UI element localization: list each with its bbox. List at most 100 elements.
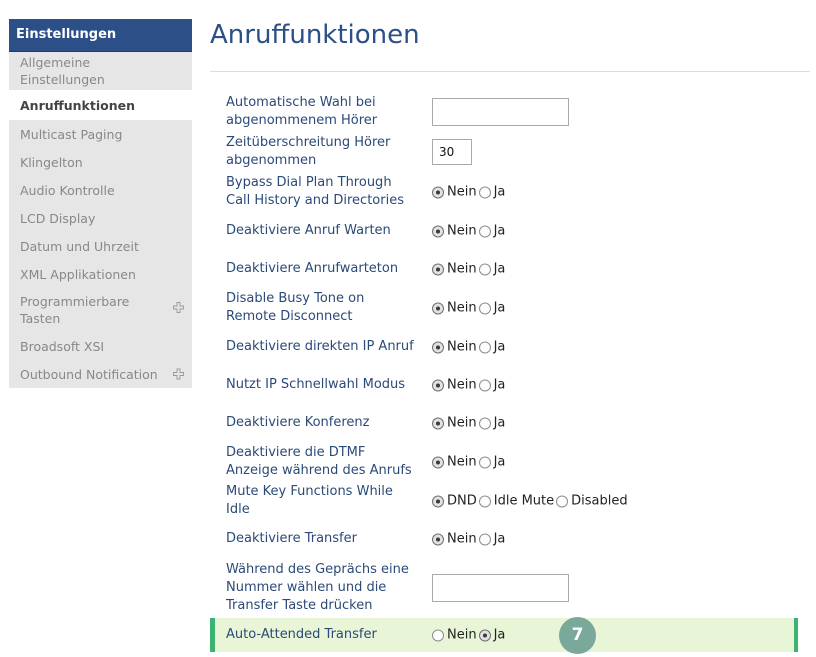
radio-option[interactable]: Ja: [478, 416, 505, 431]
radio-nein[interactable]: [432, 186, 444, 198]
sidebar-item-allgemeine-einstellungen[interactable]: Allgemeine Einstellungen: [9, 52, 192, 90]
radio-idle-mute[interactable]: [478, 495, 491, 507]
setting-label: Nutzt IP Schnellwahl Modus: [226, 377, 406, 392]
radio-option[interactable]: Nein: [432, 628, 477, 643]
setting-row-mute-key-idle: Mute Key Functions While Idle DND Idle M…: [210, 483, 798, 519]
radio-option[interactable]: Ja: [478, 532, 505, 547]
setting-control: Nein Ja: [432, 301, 507, 316]
sidebar-item-label: LCD Display: [20, 210, 96, 226]
auto-dial-input[interactable]: [432, 98, 569, 126]
radio-label: Ja: [493, 223, 506, 239]
radio-option[interactable]: Nein: [432, 378, 477, 393]
radio-label: Nein: [447, 454, 477, 470]
expand-plus-icon[interactable]: [173, 302, 184, 313]
radio-label: Ja: [493, 377, 506, 393]
radio-option[interactable]: Ja: [478, 340, 505, 355]
setting-row-busy-tone: Disable Busy Tone on Remote Disconnect N…: [210, 289, 798, 327]
radio-label: Ja: [493, 261, 506, 277]
radio-option[interactable]: Ja: [478, 185, 505, 200]
radio-ja[interactable]: [478, 341, 491, 353]
setting-label: Deaktiviere Anruf Warten: [226, 223, 391, 238]
setting-control: Nein Ja: [432, 416, 507, 431]
radio-nein[interactable]: [432, 379, 444, 391]
radio-option[interactable]: Disabled: [556, 493, 628, 509]
radio-option[interactable]: Nein: [432, 340, 477, 355]
radio-disabled[interactable]: [556, 495, 569, 507]
radio-nein[interactable]: [432, 417, 444, 429]
sidebar-item-multicast-paging[interactable]: Multicast Paging: [9, 120, 192, 148]
sidebar-item-outbound-notification[interactable]: Outbound Notification: [9, 360, 192, 388]
sidebar-item-xml-applikationen[interactable]: XML Applikationen: [9, 260, 192, 288]
setting-row-transfer: Deaktiviere Transfer Nein Ja: [210, 521, 798, 557]
dial-during-call-input[interactable]: [432, 574, 569, 602]
setting-row-conference: Deaktiviere Konferenz Nein Ja: [210, 405, 798, 441]
radio-nein[interactable]: [432, 341, 444, 353]
sidebar-item-label: Klingelton: [20, 154, 83, 170]
sidebar-item-anruffunktionen[interactable]: Anruffunktionen: [9, 90, 192, 120]
radio-nein[interactable]: [432, 302, 444, 314]
radio-option[interactable]: Nein: [432, 416, 477, 431]
radio-option[interactable]: Ja: [478, 301, 505, 316]
radio-option[interactable]: Ja: [478, 223, 506, 239]
sidebar-item-datum-und-uhrzeit[interactable]: Datum und Uhrzeit: [9, 232, 192, 260]
sidebar-item-broadsoft-xsi[interactable]: Broadsoft XSI: [9, 332, 192, 360]
radio-ja[interactable]: [478, 417, 491, 429]
radio-ja[interactable]: [478, 263, 491, 275]
radio-label: Nein: [447, 223, 477, 239]
radio-option[interactable]: Ja: [478, 455, 505, 470]
setting-label: Zeitüberschreitung Hörer abgenommen: [226, 135, 391, 168]
radio-nein[interactable]: [432, 456, 444, 468]
radio-dnd[interactable]: [432, 495, 444, 507]
radio-option[interactable]: Nein: [432, 532, 477, 547]
sidebar-item-lcd-display[interactable]: LCD Display: [9, 204, 192, 232]
radio-label: Disabled: [571, 493, 628, 509]
radio-option[interactable]: Nein: [432, 455, 477, 470]
radio-option[interactable]: Nein: [432, 262, 477, 277]
setting-label: Deaktiviere Konferenz: [226, 415, 370, 430]
radio-option[interactable]: Ja: [478, 377, 506, 393]
setting-row-dial-during-call: Während des Geprächs eine Nummer wählen …: [210, 560, 798, 616]
radio-option[interactable]: Nein: [432, 185, 477, 200]
title-divider: [210, 71, 810, 72]
radio-ja[interactable]: [478, 456, 491, 468]
sidebar-item-audio-kontrolle[interactable]: Audio Kontrolle: [9, 176, 192, 204]
radio-ja[interactable]: [478, 302, 491, 314]
sidebar-item-programmierbare-tasten[interactable]: Programmierbare Tasten: [9, 288, 192, 332]
setting-control: [432, 98, 569, 126]
setting-control: Nein Ja: [432, 455, 507, 470]
radio-option[interactable]: DND: [432, 494, 477, 509]
radio-option[interactable]: Ja: [478, 627, 506, 643]
radio-nein[interactable]: [432, 225, 444, 237]
radio-ja[interactable]: [478, 186, 491, 198]
sidebar-item-label: Broadsoft XSI: [20, 338, 105, 354]
radio-option[interactable]: Ja: [478, 261, 506, 277]
radio-ja[interactable]: [478, 225, 491, 237]
radio-option[interactable]: Nein: [432, 301, 477, 316]
radio-ja[interactable]: [478, 379, 491, 391]
radio-nein[interactable]: [432, 533, 444, 545]
sidebar-item-label: Programmierbare Tasten: [20, 294, 130, 326]
setting-control: Nein Ja: [432, 532, 507, 547]
sidebar-item-label: Anruffunktionen: [20, 97, 135, 113]
page-title: Anruffunktionen: [210, 20, 420, 50]
radio-ja[interactable]: [478, 533, 491, 545]
setting-row-direct-ip-call: Deaktiviere direkten IP Anruf Nein Ja: [210, 329, 798, 365]
radio-label: Ja: [493, 627, 506, 643]
sidebar-item-klingelton[interactable]: Klingelton: [9, 148, 192, 176]
setting-label: Deaktiviere Transfer: [226, 531, 357, 546]
radio-option[interactable]: Nein: [432, 224, 477, 239]
setting-control: Nein Ja: [432, 224, 507, 239]
setting-control: Nein Ja: [432, 340, 507, 355]
offhook-timeout-input[interactable]: [432, 139, 472, 165]
setting-control: [432, 574, 569, 602]
sidebar-item-label: Multicast Paging: [20, 126, 123, 142]
radio-option[interactable]: Idle Mute: [478, 494, 554, 509]
radio-nein[interactable]: [432, 263, 444, 275]
expand-plus-icon[interactable]: [173, 368, 184, 380]
setting-control: Nein Ja: [432, 185, 507, 200]
radio-nein[interactable]: [432, 629, 444, 641]
sidebar-item-label: XML Applikationen: [20, 266, 136, 282]
setting-control: [432, 139, 472, 165]
radio-label: DND: [447, 493, 477, 509]
radio-ja[interactable]: [478, 629, 491, 641]
